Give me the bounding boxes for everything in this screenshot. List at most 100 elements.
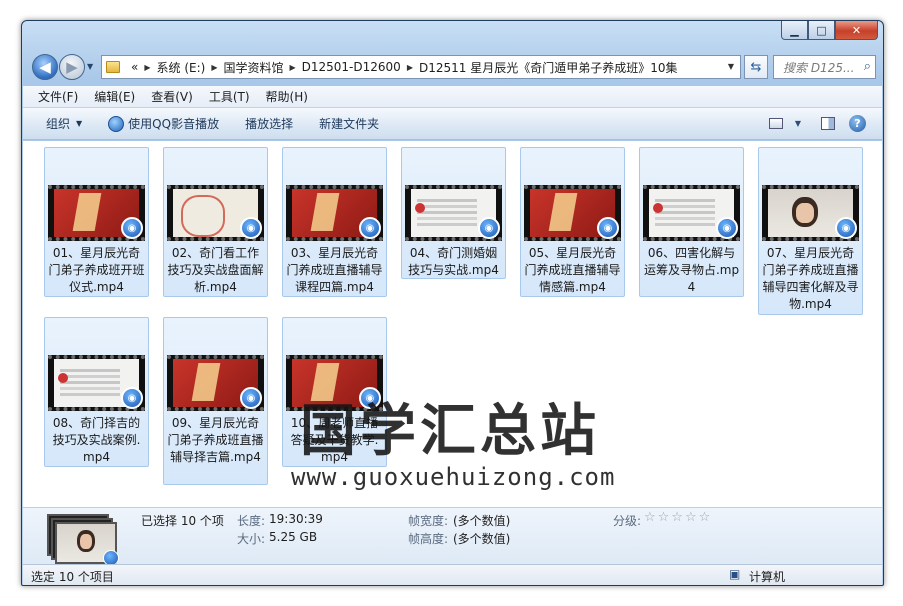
help-icon[interactable]: ? [849, 115, 866, 132]
file-name: 05、星月辰光奇门养成班直播辅导情感篇.mp4 [524, 246, 621, 294]
file-item[interactable]: ◉ 08、奇门择吉的技巧及实战案例.mp4 [44, 317, 149, 467]
new-folder-button[interactable]: 新建文件夹 [319, 115, 379, 132]
frame-width-label: 帧宽度: [408, 514, 449, 528]
breadcrumb-drive[interactable]: 系统 (E:) [157, 59, 206, 76]
breadcrumb-overflow[interactable]: « [131, 60, 138, 74]
file-item[interactable]: ◉ 01、星月辰光奇门弟子养成班开班仪式.mp4 [44, 147, 149, 297]
file-name: 08、奇门择吉的技巧及实战案例.mp4 [52, 416, 141, 464]
status-location-text: 计算机 [749, 570, 786, 584]
file-item[interactable]: ◉ 09、星月辰光奇门弟子养成班直播辅导择吉篇.mp4 [163, 317, 268, 485]
search-icon[interactable]: ⌕ [864, 59, 871, 74]
qq-player-icon: ◉ [478, 217, 500, 239]
preview-pane-icon[interactable] [821, 117, 835, 130]
slide-bullet [653, 203, 663, 213]
details-pane: 已选择 10 个项 长度: 19:30:39 大小: 5.25 GB 帧宽度: … [23, 507, 882, 572]
file-item[interactable]: ◉ 03、星月辰光奇门养成班直播辅导课程四篇.mp4 [282, 147, 387, 297]
address-history-chevron-down-icon[interactable]: ▼ [728, 62, 734, 71]
qq-play-label: 使用QQ影音播放 [128, 117, 220, 131]
frame-width-value[interactable]: (多个数值) [453, 512, 510, 529]
minimize-button[interactable]: ▁ [781, 21, 808, 40]
folder-icon [106, 61, 120, 73]
slide-bullet [58, 373, 68, 383]
view-controls: ▼ ? [755, 115, 866, 132]
qq-player-icon [108, 115, 125, 132]
video-thumbnail: ◉ [48, 185, 145, 241]
qq-player-icon: ◉ [597, 217, 619, 239]
slide-bullet [415, 203, 425, 213]
video-thumbnail: ◉ [286, 185, 383, 241]
file-name: 03、星月辰光奇门养成班直播辅导课程四篇.mp4 [286, 246, 383, 294]
explorer-window: ▁ □ ✕ ◀ ▶ ▼ « ▶ 系统 (E:) ▶ 国学资料馆 ▶ D12501… [21, 20, 884, 586]
menu-edit[interactable]: 编辑(E) [94, 88, 135, 105]
file-item[interactable]: ◉ 02、奇门看工作技巧及实战盘面解析.mp4 [163, 147, 268, 297]
computer-icon: ▣ [729, 567, 741, 581]
selection-thumbnail [47, 514, 119, 566]
maximize-button[interactable]: □ [808, 21, 835, 40]
breadcrumb-folder-1[interactable]: 国学资料馆 [223, 59, 283, 76]
view-options-chevron-down-icon[interactable]: ▼ [789, 116, 807, 132]
watermark-url: www.guoxuehuizong.com [291, 463, 616, 491]
file-item[interactable]: ◉ 05、星月辰光奇门养成班直播辅导情感篇.mp4 [520, 147, 625, 297]
chevron-down-icon: ▼ [76, 119, 83, 128]
navigation-row: ◀ ▶ ▼ « ▶ 系统 (E:) ▶ 国学资料馆 ▶ D12501-D1260… [29, 52, 876, 82]
qq-player-icon: ◉ [359, 217, 381, 239]
frame-height-label: 帧高度: [408, 532, 449, 546]
organize-label: 组织 [46, 117, 71, 131]
menu-help[interactable]: 帮助(H) [266, 88, 308, 105]
breadcrumb-separator-icon[interactable]: ▶ [211, 63, 217, 72]
qq-play-button[interactable]: 使用QQ影音播放 [108, 115, 219, 132]
refresh-button[interactable]: ⇆ [744, 55, 768, 79]
length-value[interactable]: 19:30:39 [269, 512, 323, 526]
watermark-text: 国学汇总站 [300, 399, 600, 464]
qq-player-icon: ◉ [121, 217, 143, 239]
breadcrumb-current-folder[interactable]: D12511 星月辰光《奇门遁甲弟子养成班》10集 [419, 59, 678, 76]
window-controls: ▁ □ ✕ [781, 21, 878, 41]
frame-height-value[interactable]: (多个数值) [453, 530, 510, 547]
size-value[interactable]: 5.25 GB [269, 530, 317, 544]
video-thumbnail: ◉ [643, 185, 740, 241]
video-thumbnail: ◉ [762, 185, 859, 241]
selected-count: 已选择 10 个项 [141, 514, 224, 528]
play-selection-button[interactable]: 播放选择 [245, 115, 293, 132]
forward-button[interactable]: ▶ [59, 54, 85, 80]
size-label: 大小: [237, 532, 266, 546]
video-thumbnail: ◉ [405, 185, 502, 241]
status-bar: 选定 10 个项目 ▣ 计算机 [23, 564, 882, 585]
refresh-icon: ⇆ [750, 59, 762, 75]
breadcrumb-folder-2[interactable]: D12501-D12600 [302, 60, 401, 74]
qq-player-icon: ◉ [835, 217, 857, 239]
rating-label: 分级: [613, 514, 642, 528]
breadcrumb-separator-icon[interactable]: ▶ [289, 63, 295, 72]
file-list: ◉ 01、星月辰光奇门弟子养成班开班仪式.mp4 ◉ 02、奇门看工作技巧及实战盘面解… [23, 141, 882, 507]
menu-bar: 文件(F) 编辑(E) 查看(V) 工具(T) 帮助(H) [23, 86, 882, 108]
address-bar[interactable]: « ▶ 系统 (E:) ▶ 国学资料馆 ▶ D12501-D12600 ▶ D1… [101, 55, 741, 79]
search-input[interactable]: 搜索 D125... ⌕ [773, 55, 876, 79]
video-thumbnail: ◉ [167, 355, 264, 411]
video-thumbnail: ◉ [48, 355, 145, 411]
organize-button[interactable]: 组织 ▼ [46, 115, 82, 132]
command-bar: 组织 ▼ 使用QQ影音播放 播放选择 新建文件夹 ▼ ? [23, 108, 882, 140]
file-item[interactable]: ◉ 04、奇门测婚姻技巧与实战.mp4 [401, 147, 506, 279]
breadcrumb-separator-icon[interactable]: ▶ [407, 63, 413, 72]
menu-view[interactable]: 查看(V) [151, 88, 193, 105]
qq-player-icon: ◉ [240, 387, 262, 409]
file-name: 07、星月辰光奇门弟子养成班直播辅导四害化解及寻物.mp4 [762, 246, 859, 311]
qq-player-icon: ◉ [121, 387, 143, 409]
recent-pages-chevron-down-icon[interactable]: ▼ [87, 62, 93, 71]
back-button[interactable]: ◀ [32, 54, 58, 80]
menu-tools[interactable]: 工具(T) [209, 88, 250, 105]
file-name: 09、星月辰光奇门弟子养成班直播辅导择吉篇.mp4 [167, 416, 264, 464]
change-view-icon[interactable] [769, 118, 783, 129]
status-selection-text: 选定 10 个项目 [31, 570, 114, 584]
video-thumbnail: ◉ [167, 185, 264, 241]
search-placeholder: 搜索 D125... [783, 60, 855, 75]
breadcrumb-separator-icon[interactable]: ▶ [144, 63, 150, 72]
file-item[interactable]: ◉ 06、四害化解与运筹及寻物占.mp4 [639, 147, 744, 297]
file-name: 01、星月辰光奇门弟子养成班开班仪式.mp4 [48, 246, 145, 294]
file-name: 02、奇门看工作技巧及实战盘面解析.mp4 [167, 246, 264, 294]
qq-player-icon: ◉ [240, 217, 262, 239]
rating-stars[interactable]: ☆☆☆☆☆ [644, 510, 712, 525]
close-button[interactable]: ✕ [835, 21, 878, 40]
file-item[interactable]: ◉ 07、星月辰光奇门弟子养成班直播辅导四害化解及寻物.mp4 [758, 147, 863, 315]
menu-file[interactable]: 文件(F) [38, 88, 78, 105]
